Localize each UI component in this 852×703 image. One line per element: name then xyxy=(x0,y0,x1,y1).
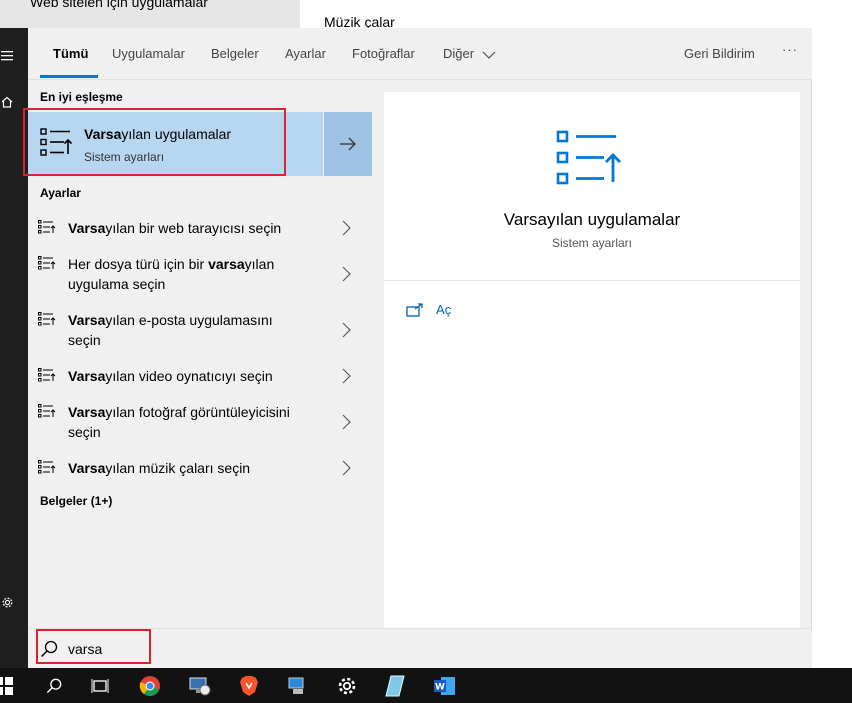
gear-icon[interactable] xyxy=(0,594,14,610)
more-options-button[interactable]: ··· xyxy=(782,42,798,57)
documents-heading[interactable]: Belgeler (1+) xyxy=(40,494,112,508)
settings-list-icon xyxy=(38,220,56,234)
chevron-right-icon xyxy=(342,368,351,384)
list-item-label: Varsayılan bir web tarayıcısı seçin xyxy=(68,220,282,236)
settings-list-icon xyxy=(38,460,56,474)
settings-list-icon xyxy=(38,368,56,382)
list-item-label: Varsayılan fotoğraf görüntüleyicisini se… xyxy=(68,404,290,440)
chevron-down-icon xyxy=(482,51,496,59)
settings-heading: Ayarlar xyxy=(40,186,81,200)
taskbar: W xyxy=(0,668,852,703)
tab-more-label: Diğer xyxy=(443,46,475,61)
list-item[interactable]: Her dosya türü için bir varsayılan uygul… xyxy=(28,254,372,310)
feedback-link[interactable]: Geri Bildirim xyxy=(684,46,755,61)
active-tab-indicator xyxy=(40,75,98,78)
arrow-right-icon xyxy=(340,137,356,151)
search-tabs: Tümü Uygulamalar Belgeler Ayarlar Fotoğr… xyxy=(28,28,812,80)
svg-text:W: W xyxy=(435,683,445,693)
background-top-text: Web sitelen için uygulamalar xyxy=(30,0,208,10)
list-item-label: Varsayılan müzik çaları seçin xyxy=(68,460,251,476)
preview-subtitle: Sistem ayarları xyxy=(551,236,633,250)
open-label: Aç xyxy=(436,302,452,317)
open-action[interactable]: Aç xyxy=(406,302,451,317)
tab-apps[interactable]: Uygulamalar xyxy=(112,46,185,61)
best-match-heading: En iyi eşleşme xyxy=(40,90,123,104)
open-preview-arrow-button[interactable] xyxy=(324,112,372,176)
taskbar-search-icon[interactable] xyxy=(42,674,66,698)
preview-pane: Varsayılan uygulamalar Sistem ayarları A… xyxy=(384,92,800,628)
tab-photos[interactable]: Fotoğraflar xyxy=(352,46,415,61)
open-external-icon xyxy=(406,302,423,317)
windows-start-icon[interactable] xyxy=(0,674,16,698)
settings-list-icon xyxy=(38,312,56,326)
task-view-icon[interactable] xyxy=(88,674,112,698)
settings-gear-icon[interactable] xyxy=(335,674,359,698)
chevron-right-icon xyxy=(342,414,351,430)
preview-divider xyxy=(384,280,800,281)
brave-icon[interactable] xyxy=(237,674,261,698)
chevron-right-icon xyxy=(342,460,351,476)
background-right-strip xyxy=(812,28,852,668)
tab-settings[interactable]: Ayarlar xyxy=(285,46,326,61)
home-icon[interactable] xyxy=(0,94,14,110)
word-icon[interactable]: W xyxy=(433,674,457,698)
list-item-label: Her dosya türü için bir varsayılan uygul… xyxy=(68,256,275,292)
highlight-box-search xyxy=(36,629,151,664)
list-item-label: Varsayılan e-posta uygulamasını seçin xyxy=(68,312,273,348)
preview-title: Varsayılan uygulamalar xyxy=(503,210,681,229)
remote-desktop-icon[interactable] xyxy=(188,674,212,698)
settings-list-icon xyxy=(38,256,56,270)
highlight-box-best-match xyxy=(23,108,286,176)
settings-list-icon xyxy=(38,404,56,418)
list-item[interactable]: Varsayılan fotoğraf görüntüleyicisini se… xyxy=(28,402,372,458)
tab-documents[interactable]: Belgeler xyxy=(211,46,259,61)
chevron-right-icon xyxy=(342,266,351,282)
hamburger-icon[interactable] xyxy=(0,48,14,64)
chevron-right-icon xyxy=(342,220,351,236)
chrome-icon[interactable] xyxy=(138,674,162,698)
notepad-icon[interactable] xyxy=(383,674,407,698)
list-item[interactable]: Varsayılan müzik çaları seçin xyxy=(28,458,372,494)
tab-all[interactable]: Tümü xyxy=(53,46,88,61)
default-apps-large-icon xyxy=(556,130,621,185)
network-computer-icon[interactable] xyxy=(286,674,310,698)
tab-more[interactable]: Diğer xyxy=(443,46,496,61)
list-item[interactable]: Varsayılan bir web tarayıcısı seçin xyxy=(28,218,372,254)
list-item[interactable]: Varsayılan e-posta uygulamasını seçin xyxy=(28,310,372,366)
chevron-right-icon xyxy=(342,322,351,338)
list-item-label: Varsayılan video oynatıcıyı seçin xyxy=(68,368,273,384)
list-item[interactable]: Varsayılan video oynatıcıyı seçin xyxy=(28,366,372,402)
